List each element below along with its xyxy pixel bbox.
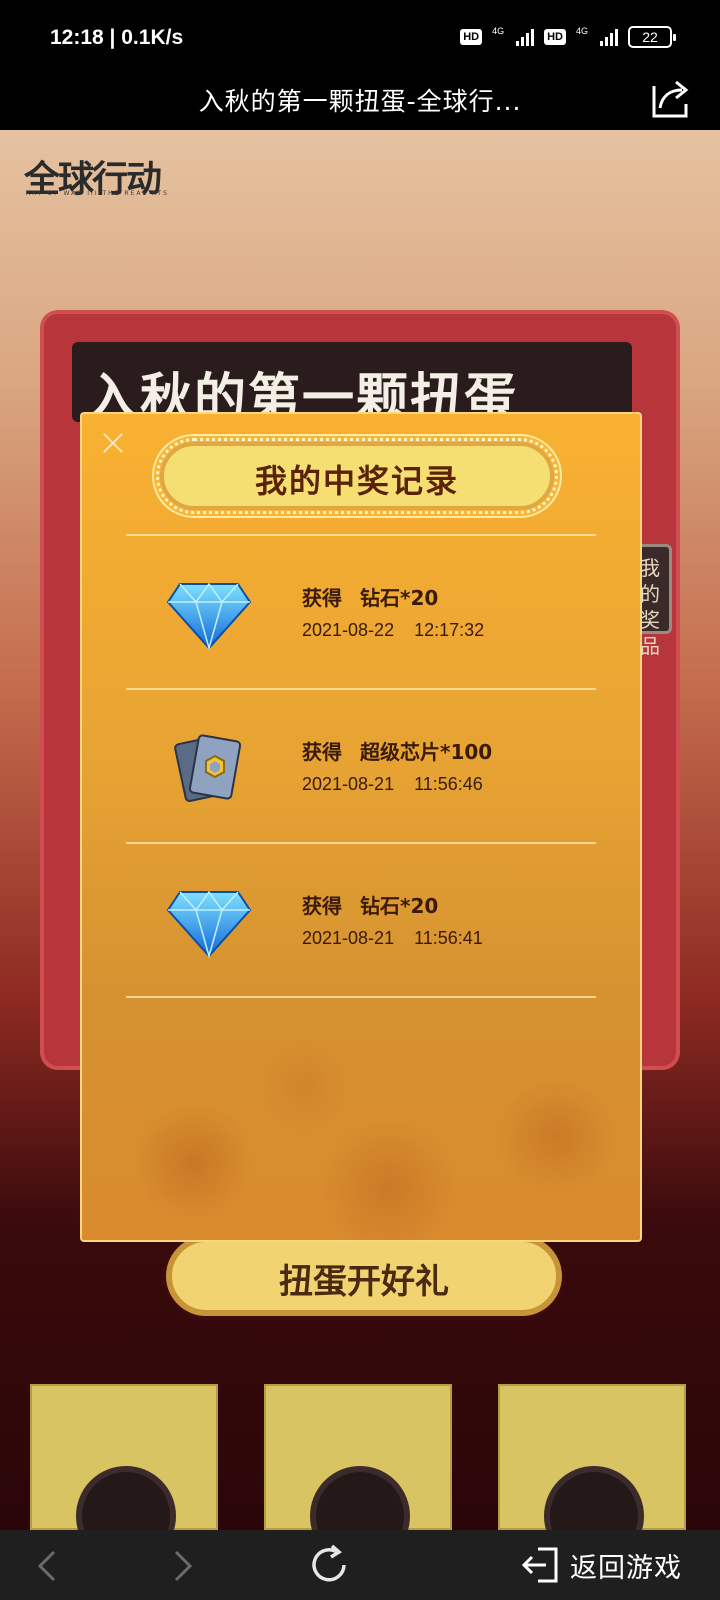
status-time: 12:18 | 0.1K/s — [50, 26, 184, 49]
record-label: 获得 — [302, 586, 342, 610]
coin-icon — [544, 1466, 644, 1530]
diamond-icon — [166, 890, 252, 959]
record-list: 获得 钻石*20 2021-08-22 12:17:32 获得 超级芯片*100 20… — [126, 534, 596, 998]
record-prize: 获得 钻石*20 — [302, 582, 438, 611]
record-date: 2021-08-21 — [302, 774, 395, 794]
record-prize-name: 钻石*20 — [360, 894, 439, 918]
close-button[interactable] — [98, 428, 128, 458]
record-time: 12:17:32 — [414, 620, 485, 640]
forward-icon[interactable] — [162, 1546, 202, 1586]
refresh-icon[interactable] — [306, 1542, 352, 1588]
record-label: 获得 — [302, 894, 342, 918]
record-timestamp: 2021-08-21 11:56:46 — [302, 774, 483, 795]
page-title: 入秋的第一颗扭蛋-全球行... — [198, 87, 522, 116]
return-to-game-button[interactable]: 返回游戏 — [520, 1542, 682, 1588]
record-date: 2021-08-21 — [302, 928, 395, 948]
back-icon[interactable] — [28, 1546, 68, 1586]
record-item: 获得 钻石*20 2021-08-21 11:56:41 — [126, 844, 596, 996]
network-type-label: 4G — [575, 26, 588, 36]
exit-icon — [521, 1547, 558, 1583]
share-button[interactable] — [648, 76, 692, 120]
return-to-game-label: 返回游戏 — [570, 1552, 682, 1584]
share-icon — [652, 80, 689, 118]
browser-bottom-nav: 返回游戏 — [0, 1530, 720, 1600]
prize-record-modal: 我的中奖记录 获得 钻石*20 2021-08-22 12:17:32 获得 超… — [80, 412, 642, 1242]
coin-icon — [76, 1466, 176, 1530]
status-bar: 12:18 | 0.1K/s HD 4G HD 4G 22 — [0, 0, 720, 76]
signal-icon — [600, 28, 618, 46]
modal-title: 我的中奖记录 — [254, 462, 459, 500]
chip-icon — [310, 1466, 410, 1530]
record-label: 获得 — [302, 740, 342, 764]
record-date: 2021-08-22 — [302, 620, 395, 640]
record-time: 11:56:46 — [414, 774, 483, 794]
status-icons: HD 4G HD 4G 22 — [460, 26, 676, 48]
browser-title-bar: 入秋的第一颗扭蛋-全球行... — [0, 76, 720, 130]
record-time: 11:56:41 — [414, 928, 483, 948]
record-item: 获得 钻石*20 2021-08-22 12:17:32 — [126, 536, 596, 688]
prize-card[interactable] — [264, 1384, 452, 1530]
gacha-button[interactable]: 扭蛋开好礼 — [166, 1236, 562, 1316]
record-prize-name: 钻石*20 — [360, 586, 439, 610]
gacha-button-label: 扭蛋开好礼 — [279, 1262, 449, 1302]
record-timestamp: 2021-08-21 11:56:41 — [302, 928, 483, 949]
signal-icon — [516, 28, 535, 46]
prize-card[interactable] — [498, 1384, 686, 1530]
game-logo-subtitle: ART OF WAR III THE REAL RTS — [26, 190, 169, 197]
chip-card-icon — [174, 734, 242, 802]
record-prize-name: 超级芯片*100 — [360, 740, 493, 764]
record-prize: 获得 超级芯片*100 — [302, 736, 492, 765]
network-type-label: 4G — [492, 26, 505, 36]
battery-icon: 22 — [628, 26, 676, 48]
leaves-decoration — [82, 980, 640, 1240]
hd-icon: HD — [544, 29, 566, 45]
divider — [126, 996, 596, 998]
record-prize: 获得 钻石*20 — [302, 890, 438, 919]
record-item: 获得 超级芯片*100 2021-08-21 11:56:46 — [126, 690, 596, 842]
prize-card[interactable] — [30, 1384, 218, 1530]
record-timestamp: 2021-08-22 12:17:32 — [302, 620, 484, 641]
diamond-icon — [166, 582, 252, 651]
modal-header: 我的中奖记录 — [156, 438, 558, 514]
hd-icon: HD — [460, 29, 483, 45]
